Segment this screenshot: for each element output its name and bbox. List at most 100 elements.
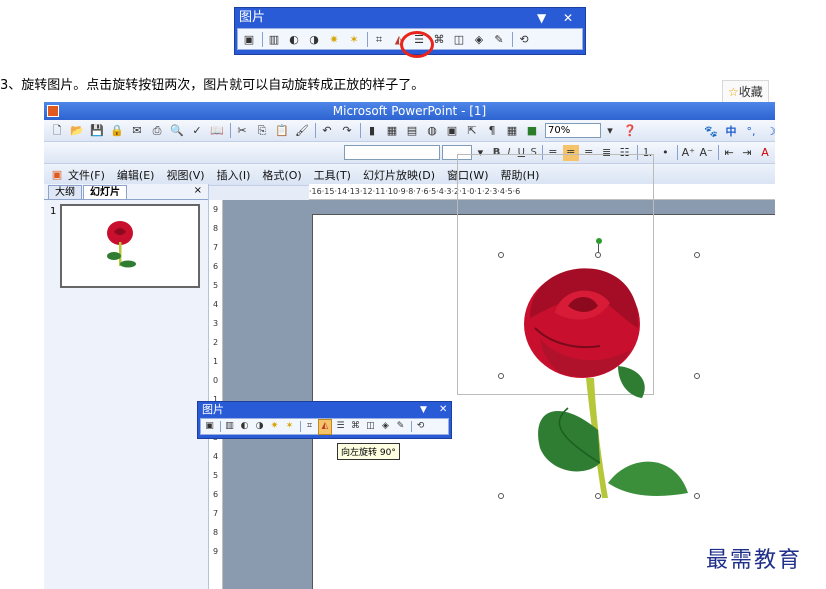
resize-handle-bc[interactable] [595,493,601,499]
ime-language[interactable]: 中 [722,123,740,139]
color-icon[interactable]: ▥ [223,419,236,435]
menu-view[interactable]: 视图(V) [166,167,204,183]
expand-icon[interactable]: ⇱ [463,123,481,139]
triangle-down-icon[interactable]: ▼ [420,402,427,418]
insert-picture-icon[interactable]: ▣ [240,31,258,47]
insert-table-icon[interactable]: ▦ [383,123,401,139]
color-icon[interactable]: ▥ [265,31,283,47]
moon-icon[interactable]: ☽ [762,123,775,139]
set-transparent-color-icon[interactable]: ✎ [490,31,508,47]
crop-icon[interactable]: ⌗ [370,31,388,47]
tab-slides[interactable]: 幻灯片 [83,185,127,199]
ruler-mark: 6 [212,262,219,271]
copy-icon[interactable]: ⎘ [253,123,271,139]
insert-picture-icon[interactable]: ▣ [443,123,461,139]
set-transparent-color-icon[interactable]: ✎ [394,419,407,435]
grid-icon[interactable]: ▦ [503,123,521,139]
favorite-button[interactable]: ☆收藏 [722,80,769,103]
ruler-mark: 5 [212,281,219,290]
toolbar-title-bar[interactable]: 图片 ▼ ✕ [235,8,585,28]
less-contrast-icon[interactable]: ◑ [305,31,323,47]
rose-image[interactable] [500,258,696,498]
research-icon[interactable]: 📖 [208,123,226,139]
resize-handle-mr[interactable] [694,373,700,379]
format-picture-icon[interactable]: ◈ [470,31,488,47]
decrease-font-icon[interactable]: A⁻ [698,145,714,161]
paste-icon[interactable]: 📋 [273,123,291,139]
resize-handle-tl[interactable] [498,252,504,258]
font-color-icon[interactable]: A [757,145,773,161]
insert-picture-icon[interactable]: ▣ [203,419,216,435]
menu-file[interactable]: 文件(F) [68,167,105,183]
text-wrapping-icon[interactable]: ◫ [364,419,377,435]
chevron-down-icon[interactable]: ▾ [601,123,619,139]
zoom-combobox[interactable]: 70% [545,123,601,138]
more-contrast-icon[interactable]: ◐ [285,31,303,47]
bullets-icon[interactable]: • [657,145,673,161]
resize-handle-bl[interactable] [498,493,504,499]
punctuation-icon[interactable]: °, [742,123,760,139]
ruler-mark: 1 [212,357,219,366]
slide-thumbnail[interactable] [60,204,200,288]
ruler-mark: 7 [212,509,219,518]
help-icon[interactable]: ❓ [621,123,639,139]
less-brightness-icon[interactable]: ✶ [283,419,296,435]
redo-icon[interactable]: ↷ [338,123,356,139]
reset-picture-icon[interactable]: ⟲ [515,31,533,47]
separator [367,31,368,47]
powerpoint-app-icon[interactable] [47,105,59,117]
text-wrapping-icon[interactable]: ◫ [450,31,468,47]
menu-insert[interactable]: 插入(I) [217,167,251,183]
separator [230,123,231,138]
resize-handle-br[interactable] [694,493,700,499]
more-contrast-icon[interactable]: ◐ [238,419,251,435]
less-contrast-icon[interactable]: ◑ [253,419,266,435]
email-icon[interactable]: ✉ [128,123,146,139]
compress-picture-icon[interactable]: ⌘ [349,419,362,435]
rotate-left-icon[interactable]: ◭ [318,418,332,435]
window-titlebar[interactable]: Microsoft PowerPoint - [1] [44,102,775,120]
format-picture-icon[interactable]: ◈ [379,419,392,435]
increase-font-icon[interactable]: A⁺ [680,145,696,161]
print-icon[interactable]: ⎙ [148,123,166,139]
decrease-indent-icon[interactable]: ⇤ [721,145,737,161]
document-icon[interactable]: ▣ [48,167,66,183]
insert-chart-icon[interactable]: ▮ [363,123,381,139]
new-icon[interactable]: 🗋 [48,123,66,139]
close-icon[interactable]: × [194,185,202,196]
show-formatting-icon[interactable]: ¶ [483,123,501,139]
tab-outline[interactable]: 大纲 [48,185,82,199]
save-icon[interactable]: 💾 [88,123,106,139]
print-preview-icon[interactable]: 🔍 [168,123,186,139]
menu-slideshow[interactable]: 幻灯片放映(D) [363,167,435,183]
paw-icon[interactable]: 🐾 [702,123,720,139]
tables-borders-icon[interactable]: ▤ [403,123,421,139]
crop-icon[interactable]: ⌗ [303,419,316,435]
color-grayscale-icon[interactable]: ■ [523,123,541,139]
menu-tools[interactable]: 工具(T) [314,167,351,183]
menu-edit[interactable]: 编辑(E) [117,167,155,183]
more-brightness-icon[interactable]: ✷ [268,419,281,435]
less-brightness-icon[interactable]: ✶ [345,31,363,47]
cut-icon[interactable]: ✂ [233,123,251,139]
line-style-icon[interactable]: ☰ [334,419,347,435]
resize-handle-tr[interactable] [694,252,700,258]
rotate-handle[interactable] [596,238,602,244]
spelling-icon[interactable]: ✓ [188,123,206,139]
menu-format[interactable]: 格式(O) [262,167,301,183]
font-combobox[interactable] [344,145,440,160]
floating-toolbar-title-bar[interactable]: 图片 ▼ ✕ [198,402,451,418]
open-icon[interactable]: 📂 [68,123,86,139]
insert-diagram-icon[interactable]: ◍ [423,123,441,139]
permission-icon[interactable]: 🔒 [108,123,126,139]
close-icon[interactable]: ✕ [439,402,447,418]
more-brightness-icon[interactable]: ✷ [325,31,343,47]
resize-handle-ml[interactable] [498,373,504,379]
triangle-down-icon[interactable]: ▼ [537,8,546,28]
reset-picture-icon[interactable]: ⟲ [414,419,427,435]
format-painter-icon[interactable]: 🖌 [293,123,311,139]
undo-icon[interactable]: ↶ [318,123,336,139]
ruler-mark: 9 [212,547,219,556]
close-icon[interactable]: ✕ [563,8,573,28]
increase-indent-icon[interactable]: ⇥ [739,145,755,161]
